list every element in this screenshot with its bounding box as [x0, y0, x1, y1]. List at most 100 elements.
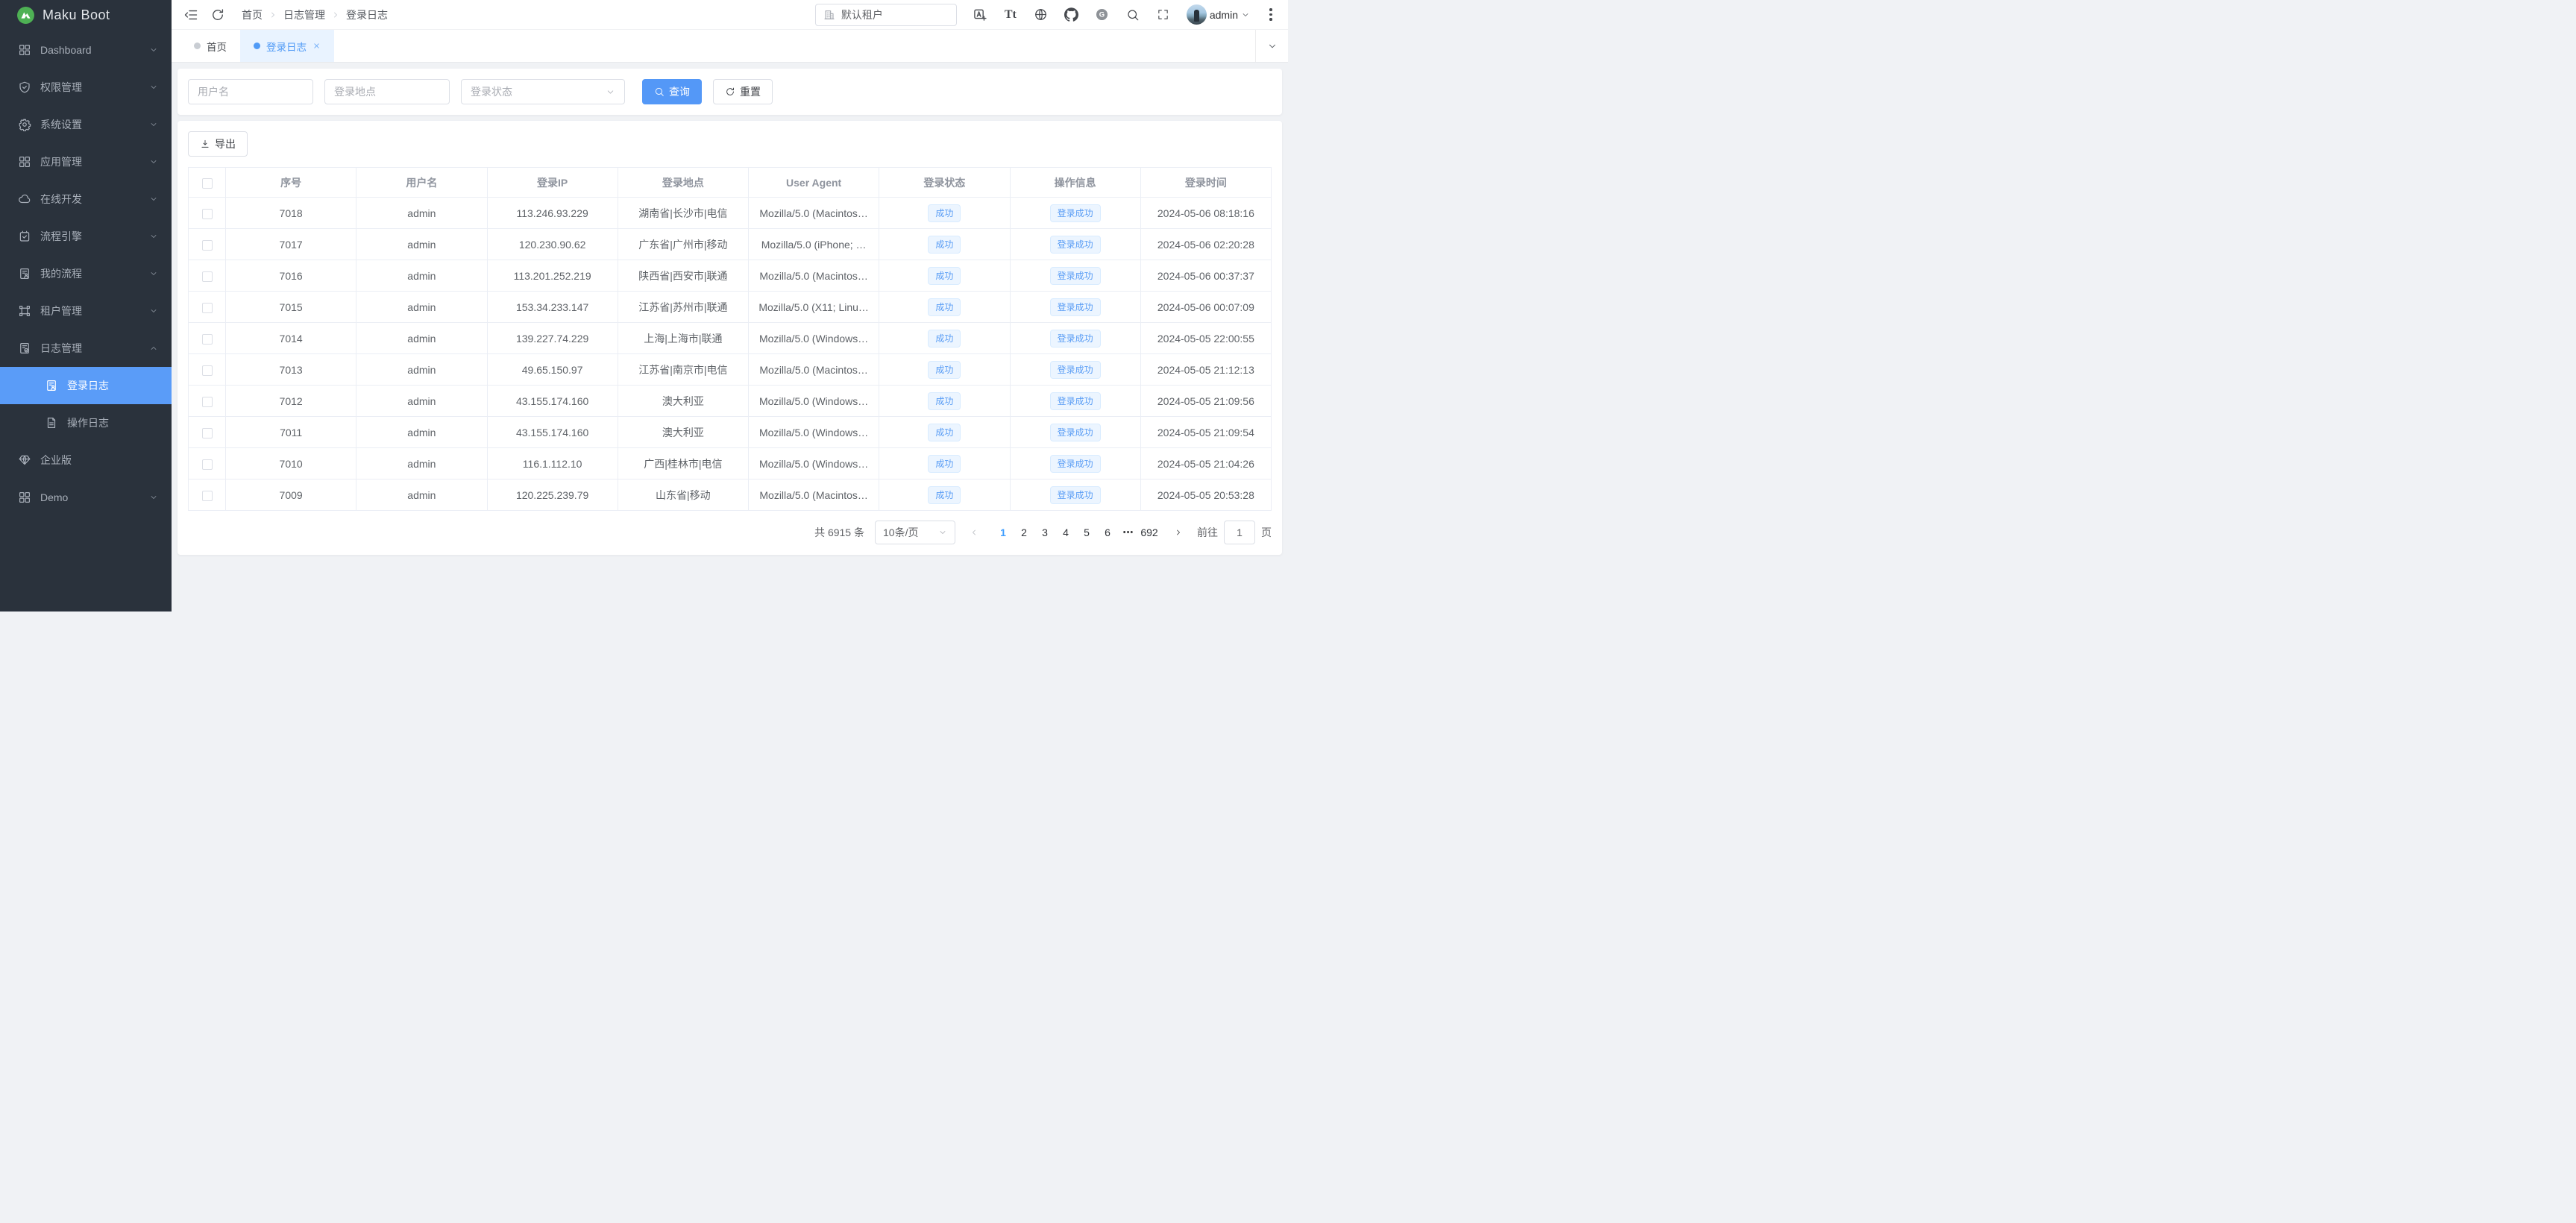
user-menu[interactable]: admin — [1187, 4, 1250, 25]
row-checkbox[interactable] — [202, 303, 213, 313]
search-icon[interactable] — [1125, 7, 1140, 22]
login-status-select[interactable]: 登录状态 — [461, 79, 625, 104]
main-area: 首页 日志管理 登录日志 默认租户 Tt — [172, 0, 1288, 612]
tab-home[interactable]: 首页 — [180, 30, 240, 62]
font-size-icon[interactable]: Tt — [1003, 7, 1018, 22]
document-user-icon — [45, 379, 58, 392]
row-checkbox[interactable] — [202, 491, 213, 501]
operation-badge: 登录成功 — [1050, 330, 1101, 348]
cell-id: 7010 — [226, 448, 356, 480]
goto-page-input[interactable] — [1224, 521, 1255, 544]
cell-user-agent: Mozilla/5.0 (X11; Linu… — [749, 292, 879, 323]
chevron-down-icon — [149, 232, 158, 241]
translate-icon[interactable] — [973, 7, 987, 22]
search-icon — [654, 87, 665, 97]
row-checkbox[interactable] — [202, 459, 213, 470]
prev-page-button[interactable] — [966, 521, 982, 544]
row-checkbox[interactable] — [202, 365, 213, 376]
username-input[interactable] — [188, 79, 313, 104]
row-checkbox[interactable] — [202, 397, 213, 407]
row-checkbox[interactable] — [202, 209, 213, 219]
row-checkbox[interactable] — [202, 271, 213, 282]
page-number[interactable]: 2 — [1014, 521, 1034, 544]
cell-user-agent: Mozilla/5.0 (Macintos… — [749, 260, 879, 292]
sidebar-item-demo[interactable]: Demo — [0, 479, 172, 516]
cell-time: 2024-05-06 00:07:09 — [1140, 292, 1271, 323]
fullscreen-icon[interactable] — [1156, 7, 1171, 22]
search-button[interactable]: 查询 — [642, 79, 702, 104]
table-row: 7009 admin 120.225.239.79 山东省|移动 Mozilla… — [189, 480, 1272, 511]
sidebar-item-log-management[interactable]: 日志管理 — [0, 330, 172, 367]
sidebar-item-operation-log[interactable]: 操作日志 — [0, 404, 172, 441]
status-badge: 成功 — [928, 486, 961, 504]
page-number[interactable]: 1 — [993, 521, 1014, 544]
chevron-down-icon — [149, 493, 158, 502]
sidebar-collapse-icon[interactable] — [183, 7, 198, 22]
table-row: 7014 admin 139.227.74.229 上海|上海市|联通 Mozi… — [189, 323, 1272, 354]
cell-id: 7018 — [226, 198, 356, 229]
sidebar-item-login-log[interactable]: 登录日志 — [0, 367, 172, 404]
tabs-dropdown-button[interactable] — [1255, 30, 1288, 62]
cell-id: 7014 — [226, 323, 356, 354]
page-number[interactable]: 5 — [1076, 521, 1097, 544]
row-checkbox[interactable] — [202, 240, 213, 251]
login-location-input[interactable] — [324, 79, 450, 104]
sidebar-item-dashboard[interactable]: Dashboard — [0, 31, 172, 69]
page-number[interactable]: ••• — [1118, 521, 1139, 544]
pagination: 共 6915 条 10条/页 1 2 — [188, 521, 1272, 544]
clipboard-check-icon — [18, 230, 31, 243]
breadcrumb-separator-icon — [268, 10, 277, 19]
row-checkbox[interactable] — [202, 428, 213, 438]
total-count: 共 6915 条 — [814, 525, 864, 540]
cell-ip: 116.1.112.10 — [487, 448, 618, 480]
tenant-select[interactable]: 默认租户 — [815, 4, 957, 26]
sidebar-item-my-workflow[interactable]: 我的流程 — [0, 255, 172, 292]
column-header: 操作信息 — [1010, 168, 1140, 198]
breadcrumb-item[interactable]: 日志管理 — [283, 7, 325, 22]
sidebar-item-online-dev[interactable]: 在线开发 — [0, 180, 172, 218]
cell-time: 2024-05-06 02:20:28 — [1140, 229, 1271, 260]
sidebar-item-workflow-engine[interactable]: 流程引擎 — [0, 218, 172, 255]
reset-button[interactable]: 重置 — [713, 79, 773, 104]
shield-check-icon — [18, 81, 31, 94]
sidebar-item-enterprise[interactable]: 企业版 — [0, 441, 172, 479]
cell-location: 陕西省|西安市|联通 — [618, 260, 748, 292]
more-menu-icon[interactable] — [1266, 7, 1276, 22]
status-badge: 成功 — [928, 455, 961, 473]
table-header-row: 序号 用户名 登录IP 登录地点 User Agent 登录状态 操作信息 登录… — [189, 168, 1272, 198]
breadcrumb-item[interactable]: 首页 — [242, 7, 263, 22]
page-list: 1 2 3 4 5 6 ••• — [993, 521, 1160, 544]
next-page-button[interactable] — [1170, 521, 1187, 544]
page-number[interactable]: 6 — [1097, 521, 1118, 544]
cell-location: 江苏省|苏州市|联通 — [618, 292, 748, 323]
tab-login-log[interactable]: 登录日志 — [240, 30, 334, 62]
avatar — [1187, 4, 1207, 25]
cell-username: admin — [356, 323, 487, 354]
sidebar-item-permissions[interactable]: 权限管理 — [0, 69, 172, 106]
select-all-checkbox[interactable] — [202, 178, 213, 189]
row-checkbox[interactable] — [202, 334, 213, 345]
sidebar-item-tenant-management[interactable]: 租户管理 — [0, 292, 172, 330]
page-number[interactable]: 3 — [1034, 521, 1055, 544]
close-icon[interactable] — [312, 42, 321, 50]
operation-badge: 登录成功 — [1050, 486, 1101, 504]
table-row: 7013 admin 49.65.150.97 江苏省|南京市|电信 Mozil… — [189, 354, 1272, 386]
page-size-select[interactable]: 10条/页 — [875, 521, 955, 544]
github-icon[interactable] — [1064, 7, 1079, 22]
gitee-icon[interactable] — [1095, 7, 1110, 22]
export-button[interactable]: 导出 — [188, 131, 248, 157]
document-user-icon — [18, 267, 31, 280]
cell-location: 广东省|广州市|移动 — [618, 229, 748, 260]
sidebar-item-app-management[interactable]: 应用管理 — [0, 143, 172, 180]
chevron-down-icon — [1241, 10, 1250, 19]
refresh-icon[interactable] — [210, 7, 225, 22]
cell-user-agent: Mozilla/5.0 (Macintos… — [749, 198, 879, 229]
login-log-table: 序号 用户名 登录IP 登录地点 User Agent 登录状态 操作信息 登录… — [188, 167, 1272, 511]
page-number[interactable]: 4 — [1055, 521, 1076, 544]
cell-id: 7017 — [226, 229, 356, 260]
sidebar-item-system-settings[interactable]: 系统设置 — [0, 106, 172, 143]
page-number[interactable]: 692 — [1139, 521, 1160, 544]
cell-location: 澳大利亚 — [618, 417, 748, 448]
globe-icon[interactable] — [1034, 7, 1049, 22]
cell-ip: 113.201.252.219 — [487, 260, 618, 292]
